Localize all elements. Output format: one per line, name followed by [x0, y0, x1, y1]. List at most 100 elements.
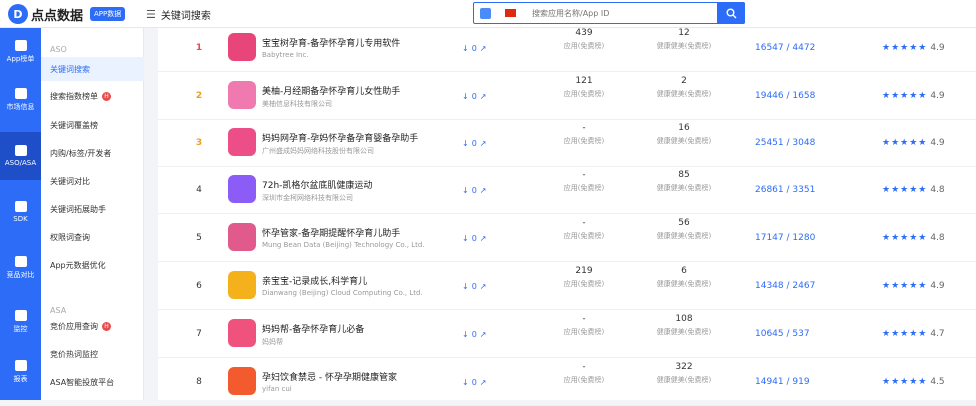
table-row[interactable]: 1 宝宝树孕育-备孕怀孕育儿专用软件 Babytree Inc. ↓ 0 ↗ 439…: [158, 24, 976, 72]
app-name[interactable]: 72h-凯格尔盆底肌健康运动: [262, 178, 372, 191]
download-count[interactable]: ↓ 0 ↗: [462, 72, 487, 120]
page-title: 关键词搜索: [160, 11, 211, 22]
submenu-item[interactable]: ASA智能投放平台: [41, 370, 144, 394]
download-count[interactable]: ↓ 0 ↗: [462, 24, 487, 72]
nav-item[interactable]: SDK: [0, 188, 41, 236]
app-icon[interactable]: [228, 319, 256, 347]
report-icon: [14, 360, 27, 371]
download-count[interactable]: ↓ 0 ↗: [462, 214, 487, 262]
rank: 3: [195, 138, 203, 148]
trend-icon: ↗: [479, 43, 487, 53]
rank-free-apps: - 应用(免费榜): [549, 362, 619, 385]
table-row[interactable]: 4 72h-凯格尔盆底肌健康运动 深圳市金柯网络科技有限公司 ↓ 0 ↗ - 应用(免…: [158, 166, 976, 214]
app-icon[interactable]: [228, 81, 256, 109]
submenu-item[interactable]: 关键词拓展助手: [41, 197, 144, 221]
submenu-item[interactable]: 关键词对比: [41, 169, 144, 193]
rank: 7: [196, 329, 202, 339]
submenu-item[interactable]: 内购/标签/开发者: [41, 141, 144, 165]
app-icon[interactable]: [228, 128, 256, 156]
keyword-coverage[interactable]: 17147 / 1280: [755, 214, 815, 262]
keyword-coverage[interactable]: 19446 / 1658: [755, 72, 815, 120]
submenu-item[interactable]: 竞价应用查询 H: [41, 314, 144, 338]
download-count[interactable]: ↓ 0 ↗: [462, 310, 487, 358]
download-count[interactable]: ↓ 0 ↗: [462, 166, 487, 214]
download-icon: ↓: [462, 281, 469, 291]
star-icons: ★★★★★: [882, 233, 928, 243]
submenu-item-label: 竞价应用查询: [50, 321, 98, 331]
nav-item-label: 报表: [13, 375, 28, 383]
app-icon[interactable]: [228, 175, 256, 203]
app-icon[interactable]: [228, 223, 256, 251]
logo[interactable]: D 点点数据 APP数据: [8, 4, 126, 24]
rank-free-apps-label: 应用(免费榜): [563, 137, 605, 145]
logo-text: 点点数据: [31, 8, 84, 24]
menu-toggle-icon[interactable]: ☰: [146, 8, 156, 21]
rank-health-free-value: 12: [678, 28, 690, 38]
rating: ★★★★★ 4.8: [882, 166, 945, 214]
rating-score: 4.8: [930, 233, 945, 243]
nav-item-label: 市场信息: [6, 103, 35, 111]
trend-icon: ↗: [479, 329, 487, 339]
search-input[interactable]: [532, 8, 702, 18]
submenu-item[interactable]: 权限词查询: [41, 225, 144, 249]
nav-item[interactable]: 监控: [0, 298, 41, 346]
app-name[interactable]: 妈妈网孕育-孕妈怀孕备孕育婴备孕助手: [262, 131, 418, 144]
submenu-item[interactable]: App元数据优化: [41, 253, 144, 277]
rank-free-apps-label: 应用(免费榜): [563, 90, 605, 98]
app-developer: Babytree Inc.: [262, 51, 309, 59]
download-icon: ↓: [462, 91, 469, 101]
table-row[interactable]: 3 妈妈网孕育-孕妈怀孕备孕育婴备孕助手 广州盛成妈妈网络科技股份有限公司 ↓ 0…: [158, 119, 976, 167]
rank-health-free: 85 健康健美(免费榜): [649, 170, 719, 193]
rank-free-apps-value: 219: [575, 266, 593, 276]
app-name[interactable]: 宝宝树孕育-备孕怀孕育儿专用软件: [262, 36, 400, 49]
china-flag-icon[interactable]: [505, 9, 516, 17]
app-icon[interactable]: [228, 271, 256, 299]
keyword-coverage[interactable]: 25451 / 3048: [755, 119, 815, 167]
keyword-coverage[interactable]: 14348 / 2467: [755, 262, 815, 310]
download-count[interactable]: ↓ 0 ↗: [462, 119, 487, 167]
results-list: 1 宝宝树孕育-备孕怀孕育儿专用软件 Babytree Inc. ↓ 0 ↗ 439…: [158, 28, 976, 406]
star-icons: ★★★★★: [882, 185, 928, 195]
table-row[interactable]: 5 怀孕管家-备孕期提醒怀孕育儿助手 Mung Bean Data (Beiji…: [158, 214, 976, 262]
submenu-item[interactable]: 竞价热词监控: [41, 342, 144, 366]
app-name[interactable]: 孕妇饮食禁忌 - 怀孕孕期健康管家: [262, 370, 397, 383]
nav-item[interactable]: 报表: [0, 348, 41, 396]
star-icons: ★★★★★: [882, 377, 928, 387]
app-icon[interactable]: [228, 367, 256, 395]
nav-item[interactable]: 市场信息: [0, 76, 41, 124]
submenu-item[interactable]: 搜索指数榜单 H: [41, 84, 144, 108]
rank-free-apps-label: 应用(免费榜): [563, 232, 605, 240]
table-row[interactable]: 2 美柚-月经期备孕怀孕育儿女性助手 美柚信息科技有限公司 ↓ 0 ↗ 121 应用(…: [158, 72, 976, 120]
download-icon: ↓: [462, 233, 469, 243]
app-icon[interactable]: [228, 33, 256, 61]
search-button[interactable]: [717, 2, 745, 24]
keyword-coverage[interactable]: 16547 / 4472: [755, 24, 815, 72]
nav-item[interactable]: 竞品对比: [0, 244, 41, 292]
app-name[interactable]: 怀孕管家-备孕期提醒怀孕育儿助手: [262, 226, 400, 239]
rank-free-apps: 121 应用(免费榜): [549, 76, 619, 99]
rank: 4: [196, 185, 202, 195]
submenu-item[interactable]: 关键词搜索: [41, 57, 144, 81]
keyword-coverage[interactable]: 10645 / 537: [755, 310, 810, 358]
keyword-coverage[interactable]: 26861 / 3351: [755, 166, 815, 214]
table-row[interactable]: 7 妈妈帮-备孕怀孕育儿必备 妈妈帮 ↓ 0 ↗ - 应用(免费榜) 108 健康健美(…: [158, 310, 976, 358]
download-count[interactable]: ↓ 0 ↗: [462, 262, 487, 310]
keyword-coverage[interactable]: 14941 / 919: [755, 358, 810, 406]
submenu-item[interactable]: 关键词覆盖榜: [41, 113, 144, 137]
submenu-item-label: 关键词搜索: [50, 64, 90, 74]
app-name[interactable]: 亲宝宝-记录成长,科学育儿: [262, 274, 367, 287]
table-row[interactable]: 6 亲宝宝-记录成长,科学育儿 Dianwang (Beijing) Cloud…: [158, 262, 976, 310]
download-count[interactable]: ↓ 0 ↗: [462, 358, 487, 406]
rank-health-free-label: 健康健美(免费榜): [656, 280, 712, 288]
rank-free-apps-value: 121: [575, 76, 593, 86]
submenu-item-label: 权限词查询: [50, 232, 90, 242]
table-row[interactable]: 8 孕妇饮食禁忌 - 怀孕孕期健康管家 yifan cui ↓ 0 ↗ - 应用(免费…: [158, 358, 976, 406]
nav-item[interactable]: ASO/ASA: [0, 132, 41, 180]
app-name[interactable]: 妈妈帮-备孕怀孕育儿必备: [262, 322, 364, 335]
rating: ★★★★★ 4.7: [882, 310, 945, 358]
download-value: 0: [471, 329, 477, 339]
trend-icon: ↗: [479, 377, 487, 387]
app-store-icon[interactable]: [480, 7, 491, 19]
nav-item[interactable]: App榜单: [0, 28, 41, 76]
app-name[interactable]: 美柚-月经期备孕怀孕育儿女性助手: [262, 84, 400, 97]
